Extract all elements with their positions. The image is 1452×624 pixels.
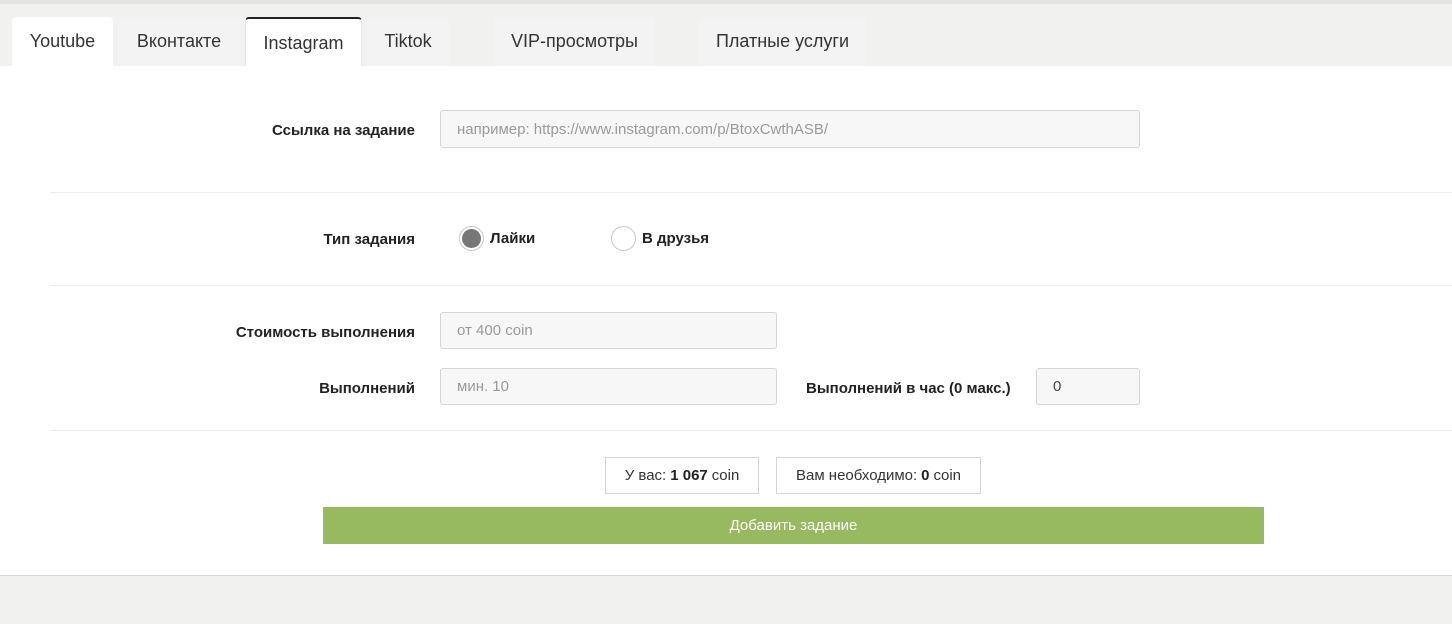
tab-vip-views[interactable]: VIP-просмотры (494, 17, 655, 66)
cost-input[interactable] (440, 312, 777, 349)
radio-likes-label: Лайки (490, 230, 536, 247)
link-label: Ссылка на задание (272, 122, 415, 139)
tab-tiktok[interactable]: Tiktok (367, 17, 449, 66)
per-hour-label: Выполнений в час (0 макс.) (806, 380, 1011, 397)
required-amount: 0 (921, 467, 930, 484)
tab-vkontakte[interactable]: Вконтакте (118, 17, 240, 66)
divider (50, 192, 1452, 193)
tab-paid-services[interactable]: Платные услуги (699, 17, 866, 66)
required-unit: coin (933, 467, 962, 484)
required-prefix: Вам необходимо: (795, 467, 918, 484)
per-hour-input[interactable] (1036, 368, 1140, 405)
required-box: Вам необходимо: 0 coin (776, 457, 981, 494)
divider (50, 430, 1452, 431)
count-label: Выполнений (319, 380, 415, 397)
balance-box: У вас: 1 067 coin (605, 457, 759, 494)
radio-friends-circle[interactable] (611, 226, 636, 251)
tab-instagram[interactable]: Instagram (245, 17, 362, 67)
link-input[interactable] (440, 110, 1140, 148)
radio-likes[interactable]: Лайки (459, 226, 535, 251)
balance-prefix: У вас: (624, 467, 667, 484)
task-form-panel: Ссылка на задание Тип задания Лайки В др… (0, 66, 1452, 576)
radio-selected-dot (462, 229, 481, 248)
tab-bar: Youtube Вконтакте Instagram Tiktok VIP-п… (0, 0, 1452, 67)
balance-amount: 1 067 (670, 467, 708, 484)
radio-friends[interactable]: В друзья (611, 226, 709, 251)
radio-likes-circle[interactable] (459, 226, 484, 251)
add-task-button[interactable]: Добавить задание (323, 507, 1264, 544)
radio-friends-label: В друзья (642, 230, 710, 247)
count-input[interactable] (440, 368, 777, 405)
type-label: Тип задания (323, 231, 415, 248)
divider (50, 285, 1452, 286)
balance-unit: coin (711, 467, 740, 484)
cost-label: Стоимость выполнения (235, 324, 415, 341)
tab-youtube[interactable]: Youtube (12, 17, 113, 66)
